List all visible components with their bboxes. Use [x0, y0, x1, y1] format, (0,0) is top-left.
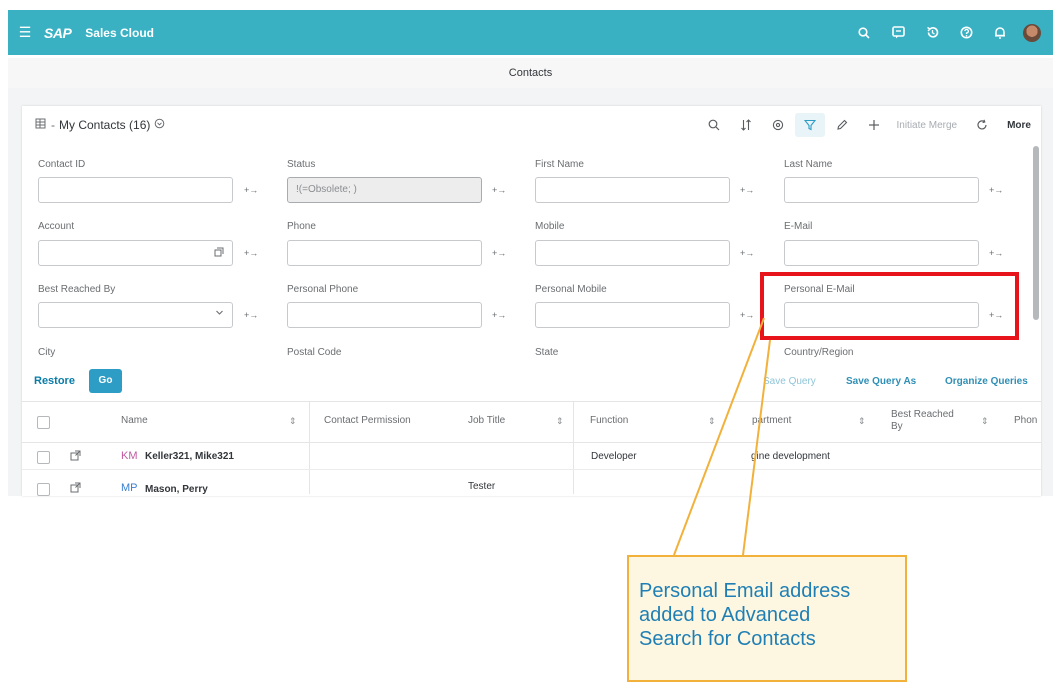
- callout-line-1: Personal Email address: [639, 580, 851, 602]
- callout-line-2: added to Advanced: [639, 604, 811, 626]
- screen: ☰ SAP Sales Cloud Contacts - My Contacts…: [0, 0, 1061, 688]
- callout-line-3: Search for Contacts: [639, 628, 816, 650]
- annotation-callout: Personal Email address added to Advanced…: [627, 555, 907, 682]
